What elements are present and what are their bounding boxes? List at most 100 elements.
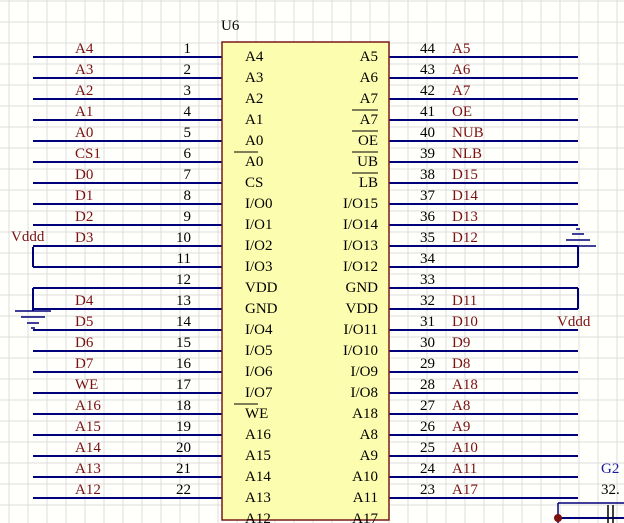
pin-name-left: I/O3 xyxy=(245,259,273,275)
pin-name-left: A0 xyxy=(245,154,263,170)
net-label-right: NLB xyxy=(452,146,482,162)
pin-name-left: GND xyxy=(245,301,278,317)
pin-name-right: A6 xyxy=(360,70,379,86)
pin-name-right: A10 xyxy=(352,469,378,485)
pin-number-left: 21 xyxy=(176,461,191,477)
component-designator: U6 xyxy=(221,18,240,34)
net-label-right: D11 xyxy=(452,293,477,309)
net-label-left: CS1 xyxy=(75,146,101,162)
pin-number-right: 29 xyxy=(420,356,435,372)
net-label-left: D3 xyxy=(75,230,93,246)
pin-number-left: 2 xyxy=(184,62,192,78)
pin-name-right: A9 xyxy=(360,448,378,464)
pin-number-right: 36 xyxy=(420,209,436,225)
pin-number-right: 42 xyxy=(420,83,435,99)
pin-name-left: I/O7 xyxy=(245,385,273,401)
net-label-right: NUB xyxy=(452,125,484,141)
pin-name-left: I/O2 xyxy=(245,238,273,254)
net-label-left: A0 xyxy=(75,125,93,141)
pin-number-left: 6 xyxy=(184,146,192,162)
pin-number-right: 24 xyxy=(420,461,436,477)
pin-name-right: A7 xyxy=(360,112,379,128)
net-label-right: A7 xyxy=(452,83,471,99)
pin-name-left: I/O4 xyxy=(245,322,273,338)
net-label-right: D9 xyxy=(452,335,470,351)
net-label-left: D2 xyxy=(75,209,93,225)
pin-number-left: 16 xyxy=(176,356,192,372)
vdd-label-left: Vddd xyxy=(11,229,45,245)
net-label-left: A4 xyxy=(75,41,94,57)
g2-designator: G2 xyxy=(601,461,619,477)
pin-number-right: 31 xyxy=(420,314,435,330)
pin-name-left: A12 xyxy=(245,511,271,523)
pin-number-left: 17 xyxy=(176,377,192,393)
pin-name-right: OE xyxy=(358,133,378,149)
pin-name-right: A7 xyxy=(360,91,379,107)
pin-number-left: 15 xyxy=(176,335,191,351)
pin-number-right: 38 xyxy=(420,167,435,183)
pin-name-left: WE xyxy=(245,406,268,422)
net-label-left: D7 xyxy=(75,356,94,372)
pin-number-left: 19 xyxy=(176,419,191,435)
pin-number-left: 9 xyxy=(184,209,192,225)
pin-number-right: 34 xyxy=(420,251,436,267)
vdd-label-right: Vddd xyxy=(557,314,591,330)
pin-name-right: A17 xyxy=(352,511,378,523)
pin-number-left: 1 xyxy=(184,41,192,57)
net-label-right: OE xyxy=(452,104,472,120)
pin-number-right: 44 xyxy=(420,41,436,57)
pin-number-right: 32 xyxy=(420,293,435,309)
net-label-left: A16 xyxy=(75,398,101,414)
pin-number-right: 35 xyxy=(420,230,435,246)
pin-number-right: 33 xyxy=(420,272,435,288)
pin-name-right: I/O15 xyxy=(343,196,378,212)
pin-name-left: I/O1 xyxy=(245,217,273,233)
pin-number-left: 22 xyxy=(176,482,191,498)
net-label-left: D4 xyxy=(75,293,94,309)
pin-number-right: 39 xyxy=(420,146,435,162)
net-label-right: D14 xyxy=(452,188,478,204)
pin-number-right: 27 xyxy=(420,398,436,414)
net-label-left: D5 xyxy=(75,314,93,330)
net-label-left: A13 xyxy=(75,461,101,477)
net-label-left: A15 xyxy=(75,419,101,435)
pin-number-left: 3 xyxy=(184,83,192,99)
pin-number-left: 4 xyxy=(184,104,192,120)
pin-name-left: A16 xyxy=(245,427,271,443)
pin-number-left: 8 xyxy=(184,188,192,204)
pin-name-right: UB xyxy=(357,154,378,170)
pin-number-left: 5 xyxy=(184,125,192,141)
net-label-right: D15 xyxy=(452,167,478,183)
net-label-right: A11 xyxy=(452,461,477,477)
pin-name-right: I/O12 xyxy=(343,259,378,275)
net-label-left: A1 xyxy=(75,104,93,120)
pin-number-right: 25 xyxy=(420,440,435,456)
pin-number-left: 13 xyxy=(176,293,191,309)
pin-number-right: 41 xyxy=(420,104,435,120)
net-label-left: A14 xyxy=(75,440,101,456)
schematic-canvas: U6 A41A4A32A3A23A2A14A1A05A0A06CS1CS7D0I… xyxy=(0,0,624,523)
pin-number-right: 23 xyxy=(420,482,435,498)
partial-component-g2: G232. xyxy=(554,461,624,523)
pin-name-left: A2 xyxy=(245,91,263,107)
pin-name-left: A4 xyxy=(245,49,264,65)
pin-name-left: A15 xyxy=(245,448,271,464)
pin-number-right: 37 xyxy=(420,188,436,204)
pin-name-left: I/O5 xyxy=(245,343,273,359)
net-label-left: A3 xyxy=(75,62,93,78)
pin-number-left: 18 xyxy=(176,398,191,414)
pin-name-right: LB xyxy=(359,175,378,191)
pin-number-left: 12 xyxy=(176,272,191,288)
net-label-right: A10 xyxy=(452,440,478,456)
pin-number-left: 14 xyxy=(176,314,192,330)
net-label-left: D6 xyxy=(75,335,94,351)
pin-name-right: I/O8 xyxy=(351,385,379,401)
pin-name-right: I/O9 xyxy=(351,364,379,380)
pin-name-right: I/O11 xyxy=(344,322,378,338)
net-label-right: D8 xyxy=(452,356,470,372)
pin-number-right: 43 xyxy=(420,62,435,78)
pin-name-right: I/O13 xyxy=(343,238,378,254)
net-label-right: D10 xyxy=(452,314,478,330)
pin-name-right: A5 xyxy=(360,49,378,65)
net-label-left: A12 xyxy=(75,482,101,498)
